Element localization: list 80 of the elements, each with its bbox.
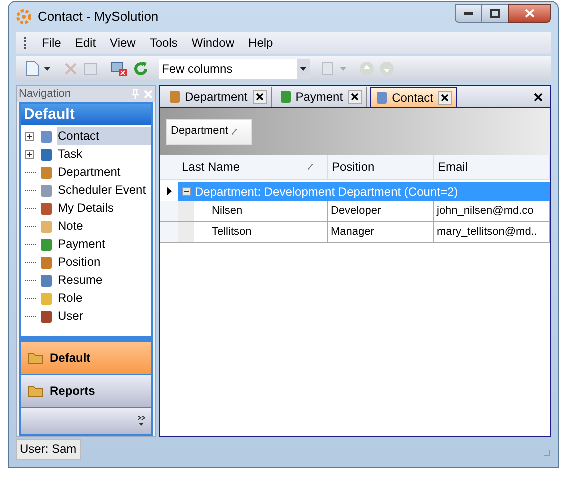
tree-item[interactable]: Note xyxy=(57,217,84,235)
group-header: Default xyxy=(21,104,151,125)
minimize-icon xyxy=(464,12,473,14)
tab-icon xyxy=(278,90,293,104)
tree-item[interactable]: Department xyxy=(57,163,122,181)
item-icon xyxy=(39,290,54,306)
group-button[interactable]: Default xyxy=(21,342,151,375)
item-icon xyxy=(39,254,54,270)
caret-icon[interactable] xyxy=(44,67,51,71)
close-icon xyxy=(351,93,360,101)
item-icon xyxy=(39,200,54,216)
table-cell: Manager xyxy=(328,222,434,242)
maximize-button[interactable] xyxy=(482,4,508,22)
window-title: Contact - MySolution xyxy=(38,8,159,26)
tree-item[interactable]: User xyxy=(57,307,84,325)
close-icon xyxy=(441,94,450,102)
group-button[interactable]: Reports xyxy=(21,375,151,408)
tree-item[interactable]: Role xyxy=(57,289,84,307)
sort-icon xyxy=(308,164,313,170)
item-icon xyxy=(39,164,54,180)
menu-item[interactable]: Window xyxy=(184,34,242,52)
tree-item[interactable]: Position xyxy=(57,253,102,271)
panel-title: Navigation xyxy=(19,86,71,102)
document-tab[interactable]: Payment xyxy=(274,87,368,107)
menu-item[interactable]: Edit xyxy=(68,34,104,52)
close-icon xyxy=(256,93,264,101)
document-tab[interactable]: Contact xyxy=(370,87,458,107)
maximize-icon xyxy=(490,8,500,18)
close-all-tabs-icon[interactable] xyxy=(534,93,543,102)
tab-close-button[interactable] xyxy=(438,90,452,104)
minimize-button[interactable] xyxy=(455,4,482,22)
column-header[interactable]: Last Name xyxy=(178,155,328,179)
close-icon xyxy=(524,8,534,18)
column-header[interactable]: Position xyxy=(328,155,434,179)
item-icon xyxy=(39,218,54,234)
tab-icon xyxy=(375,90,390,104)
resize-grip-icon[interactable] xyxy=(543,449,551,457)
group-field-header[interactable]: Department xyxy=(166,118,252,144)
app-gear-icon xyxy=(16,9,32,25)
folder-icon xyxy=(28,384,44,398)
sort-icon xyxy=(232,128,238,134)
tab-close-button[interactable] xyxy=(252,90,267,104)
tree-item[interactable]: Scheduler Event xyxy=(57,181,148,199)
close-windows-icon[interactable] xyxy=(111,61,129,77)
document-tab[interactable]: Department xyxy=(164,87,272,107)
collapse-icon[interactable] xyxy=(182,187,191,196)
item-icon xyxy=(39,272,54,288)
item-icon xyxy=(39,308,54,324)
expand-icon[interactable] xyxy=(25,132,34,140)
item-icon xyxy=(39,128,54,144)
splitter-grip[interactable] xyxy=(21,336,151,342)
tab-icon xyxy=(168,90,182,104)
menu-item[interactable]: Help xyxy=(242,34,280,52)
menu-item[interactable]: File xyxy=(35,34,68,52)
item-icon xyxy=(39,236,54,252)
column-header[interactable]: Email xyxy=(434,155,550,179)
table-cell: mary_tellitson@md.. xyxy=(434,222,550,242)
folder-icon xyxy=(28,352,44,364)
expand-icon[interactable] xyxy=(25,150,34,158)
item-icon xyxy=(39,182,54,198)
menu-grip[interactable] xyxy=(24,37,27,49)
menu-item[interactable]: View xyxy=(103,34,143,52)
status-user: User: Sam xyxy=(16,439,81,460)
chevron-icon[interactable] xyxy=(138,416,145,426)
close-button[interactable] xyxy=(508,4,551,22)
menu-item[interactable]: Tools xyxy=(142,34,185,52)
caret-icon xyxy=(300,67,307,71)
refresh-icon[interactable] xyxy=(133,61,149,77)
view-combo[interactable]: Few columns xyxy=(159,59,310,79)
row-indicator-icon xyxy=(166,187,172,196)
tree-item[interactable]: Task xyxy=(57,145,84,163)
tab-close-button[interactable] xyxy=(348,90,362,104)
table-cell: Tellitson xyxy=(178,222,328,242)
table-cell: Developer xyxy=(328,201,434,221)
tree-item[interactable]: Payment xyxy=(57,235,106,253)
tree-item[interactable]: Resume xyxy=(57,271,104,289)
tree-item[interactable]: Contact xyxy=(57,127,151,145)
item-icon xyxy=(39,146,54,162)
table-cell: john_nilsen@md.co xyxy=(434,201,550,221)
tree-item[interactable]: My Details xyxy=(57,199,116,217)
